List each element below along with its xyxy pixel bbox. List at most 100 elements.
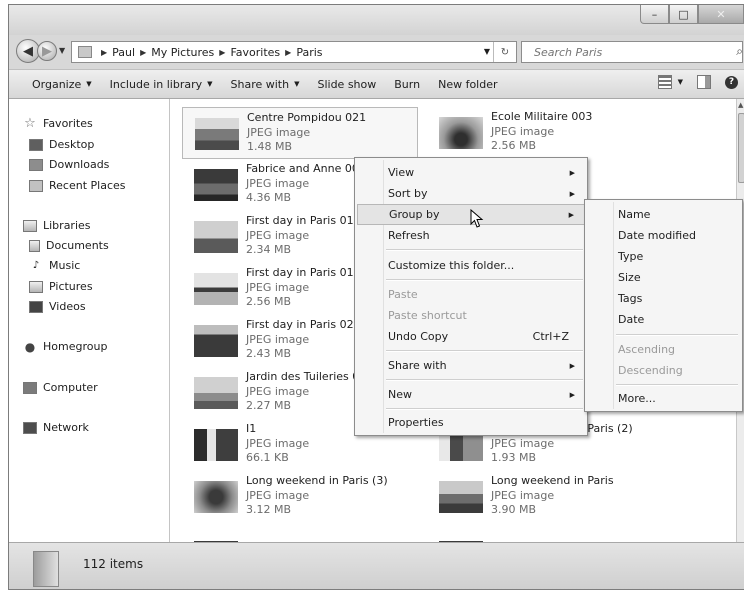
- item-count: 112 items: [83, 557, 144, 571]
- close-button[interactable]: ✕: [698, 5, 744, 24]
- file-type: JPEG image: [491, 437, 555, 450]
- breadcrumb-paul[interactable]: Paul: [112, 46, 135, 59]
- file-item[interactable]: Long weekend in Paris (3) JPEG image 3.1…: [182, 471, 418, 523]
- burn-button[interactable]: Burn: [385, 78, 429, 91]
- file-size: 2.43 MB: [246, 347, 292, 360]
- menu-item-share-with[interactable]: Share with ▶: [357, 355, 585, 376]
- menu-item-view[interactable]: View ▶: [357, 162, 585, 183]
- file-type: JPEG image: [491, 125, 555, 138]
- photo-thumbnail: [194, 169, 238, 201]
- file-name: I1: [246, 422, 257, 435]
- menu-label: Paste shortcut: [388, 309, 467, 322]
- caret-down-icon: ▼: [677, 78, 683, 86]
- nav-item-computer[interactable]: Computer: [23, 381, 98, 394]
- menu-label: More...: [618, 392, 656, 405]
- submenu-item-date-modified[interactable]: Date modified: [587, 225, 740, 246]
- include-in-library-button[interactable]: Include in library ▼: [101, 78, 222, 91]
- recent-pages-dropdown-icon[interactable]: ▼: [59, 46, 65, 55]
- chevron-right-icon[interactable]: ▶: [285, 48, 291, 57]
- address-dropdown-icon[interactable]: ▼: [484, 47, 490, 56]
- scroll-up-icon[interactable]: ▲: [738, 101, 743, 109]
- menu-item-undo-copy[interactable]: Undo Copy Ctrl+Z: [357, 326, 585, 347]
- organize-label: Organize: [32, 77, 82, 91]
- documents-icon: [29, 239, 40, 252]
- chevron-right-icon[interactable]: ▶: [101, 48, 107, 57]
- music-icon: ♪: [32, 260, 40, 271]
- nav-label: Music: [49, 259, 81, 272]
- nav-item-downloads[interactable]: Downloads: [29, 158, 109, 171]
- breadcrumb-my-pictures[interactable]: My Pictures: [151, 46, 214, 59]
- nav-item-pictures[interactable]: Pictures: [29, 280, 93, 293]
- menu-label: Customize this folder...: [388, 259, 515, 272]
- preview-pane-icon[interactable]: [697, 75, 711, 89]
- nav-item-music[interactable]: ♪ Music: [29, 259, 81, 272]
- menu-label: Undo Copy: [388, 330, 449, 343]
- file-item[interactable]: Ecole Militaire 003 JPEG image 2.56 MB: [427, 107, 663, 159]
- chevron-right-icon[interactable]: ▶: [219, 48, 225, 57]
- menu-label: View: [388, 166, 415, 179]
- menu-item-new[interactable]: New ▶: [357, 384, 585, 405]
- menu-item-paste-shortcut: Paste shortcut: [357, 305, 585, 326]
- menu-separator: [386, 249, 583, 251]
- refresh-icon[interactable]: ↻: [493, 42, 516, 62]
- forward-arrow-icon: ▶: [42, 43, 52, 59]
- menu-item-properties[interactable]: Properties: [357, 412, 585, 433]
- back-arrow-icon: ◀: [23, 43, 33, 59]
- search-input[interactable]: [532, 45, 716, 60]
- menu-separator: [386, 279, 583, 281]
- mouse-cursor-icon: [470, 209, 484, 228]
- share-with-label: Share with: [230, 77, 290, 91]
- photo-thumbnail: [194, 377, 238, 409]
- menu-separator: [386, 350, 583, 352]
- scrollbar-thumb[interactable]: [738, 113, 744, 183]
- maximize-button[interactable]: □: [669, 5, 698, 24]
- breadcrumb-favorites[interactable]: Favorites: [230, 46, 280, 59]
- forward-button[interactable]: ▶: [37, 41, 57, 61]
- file-name: Centre Pompidou 021: [247, 111, 367, 124]
- menu-item-sort-by[interactable]: Sort by ▶: [357, 183, 585, 204]
- search-icon[interactable]: ⌕: [736, 44, 743, 59]
- breadcrumb-paris[interactable]: Paris: [296, 46, 322, 59]
- nav-item-network[interactable]: Network: [23, 421, 89, 434]
- menu-item-customize-folder[interactable]: Customize this folder...: [357, 255, 585, 276]
- nav-item-libraries[interactable]: Libraries: [23, 219, 91, 232]
- submenu-item-date[interactable]: Date: [587, 309, 740, 330]
- submenu-item-type[interactable]: Type: [587, 246, 740, 267]
- file-size: 66.1 KB: [246, 451, 289, 464]
- help-icon[interactable]: ?: [725, 75, 738, 89]
- submenu-item-name[interactable]: Name: [587, 204, 740, 225]
- nav-label: Downloads: [49, 158, 110, 171]
- chevron-right-icon[interactable]: ▶: [140, 48, 146, 57]
- submenu-item-more[interactable]: More...: [587, 388, 740, 409]
- nav-item-recent-places[interactable]: Recent Places: [29, 179, 126, 192]
- nav-item-documents[interactable]: Documents: [29, 239, 109, 252]
- nav-item-desktop[interactable]: Desktop: [29, 138, 94, 151]
- organize-button[interactable]: Organize ▼: [9, 78, 101, 91]
- change-view-button[interactable]: ▼: [657, 75, 683, 89]
- nav-item-videos[interactable]: Videos: [29, 300, 86, 313]
- file-type: JPEG image: [246, 437, 310, 450]
- file-name: First day in Paris 022: [246, 318, 361, 331]
- views-icon: [657, 75, 672, 89]
- file-size: 4.36 MB: [246, 191, 292, 204]
- submenu-item-size[interactable]: Size: [587, 267, 740, 288]
- file-item[interactable]: Long weekend in Paris JPEG image 3.90 MB: [427, 471, 663, 523]
- file-size: 3.90 MB: [491, 503, 537, 516]
- network-icon: [23, 421, 37, 434]
- new-folder-button[interactable]: New folder: [429, 78, 506, 91]
- file-item[interactable]: Centre Pompidou 021 JPEG image 1.48 MB: [182, 107, 418, 159]
- search-box[interactable]: ⌕: [521, 41, 743, 63]
- slide-show-button[interactable]: Slide show: [308, 78, 385, 91]
- share-with-button[interactable]: Share with ▼: [222, 78, 309, 91]
- nav-item-favorites[interactable]: ☆ Favorites: [23, 116, 93, 131]
- address-bar[interactable]: ▶ Paul ▶ My Pictures ▶ Favorites ▶ Paris…: [71, 41, 517, 63]
- menu-separator: [616, 384, 738, 386]
- photo-thumbnail: [194, 429, 238, 461]
- file-size: 2.27 MB: [246, 399, 292, 412]
- downloads-icon: [29, 158, 43, 171]
- nav-item-homegroup[interactable]: ● Homegroup: [23, 340, 108, 354]
- menu-label: Date modified: [618, 229, 696, 242]
- submenu-item-tags[interactable]: Tags: [587, 288, 740, 309]
- menu-label: Refresh: [388, 229, 430, 242]
- minimize-button[interactable]: –: [640, 5, 669, 24]
